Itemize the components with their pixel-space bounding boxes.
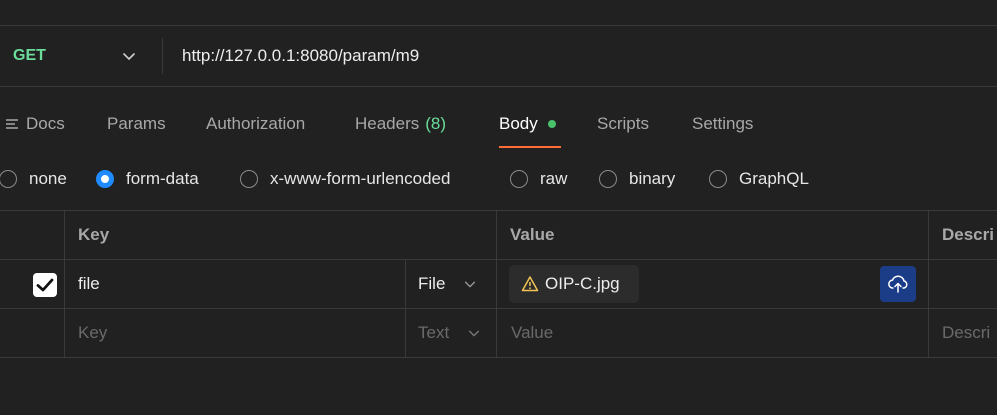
column-divider [64, 211, 65, 259]
radio-graphql[interactable]: GraphQL [709, 160, 809, 198]
active-tab-underline [499, 146, 561, 148]
column-divider [496, 309, 497, 357]
request-tabs: Docs Params Authorization Headers (8) Bo… [0, 100, 997, 150]
radio-binary-label: binary [629, 169, 676, 188]
table-new-row: Key Text Value Descri [0, 309, 997, 358]
tab-headers[interactable]: Headers (8) [355, 100, 446, 148]
radio-none-circle[interactable] [0, 170, 17, 188]
checkmark-icon [36, 278, 54, 292]
header-value: Value [510, 225, 555, 244]
radio-none-label: none [29, 169, 67, 188]
column-divider [496, 211, 497, 259]
body-indicator-dot [547, 120, 556, 128]
file-name: OIP-C.jpg [545, 274, 620, 293]
form-data-table: Key Value Descri file File OIP-C.jpg Key… [0, 210, 997, 358]
header-description: Descri [942, 225, 994, 244]
tab-docs-label: Docs [26, 114, 65, 133]
url-text: http://127.0.0.1:8080/param/m9 [182, 46, 420, 65]
row-enabled-checkbox[interactable] [33, 273, 57, 297]
radio-raw-label: raw [540, 169, 568, 188]
column-divider [496, 260, 497, 308]
tab-authorization-label: Authorization [206, 114, 306, 133]
row-key-input[interactable]: file [78, 260, 100, 308]
chevron-down-icon[interactable] [121, 48, 137, 64]
tab-body[interactable]: Body [499, 100, 556, 148]
new-key-placeholder: Key [78, 323, 108, 342]
header-key: Key [78, 225, 110, 244]
url-input[interactable]: http://127.0.0.1:8080/param/m9 [182, 26, 419, 86]
headers-count: (8) [425, 114, 447, 133]
chevron-down-icon [465, 281, 476, 288]
radio-form-data-circle[interactable] [96, 170, 114, 188]
tab-authorization[interactable]: Authorization [206, 100, 305, 148]
row-type-text: File [418, 274, 446, 293]
tab-params[interactable]: Params [107, 100, 166, 148]
column-divider [928, 309, 929, 357]
new-description-input[interactable]: Descri [942, 309, 990, 357]
table-header-row: Key Value Descri [0, 211, 997, 260]
file-chip[interactable]: OIP-C.jpg [509, 265, 639, 303]
tab-docs[interactable]: Docs [4, 100, 65, 148]
radio-form-data[interactable]: form-data [96, 160, 199, 198]
radio-urlencoded[interactable]: x-www-form-urlencoded [240, 160, 450, 198]
table-row: file File OIP-C.jpg [0, 260, 997, 309]
radio-graphql-circle[interactable] [709, 170, 727, 188]
tab-scripts[interactable]: Scripts [597, 100, 649, 148]
radio-urlencoded-circle[interactable] [240, 170, 258, 188]
column-divider [928, 260, 929, 308]
radio-none[interactable]: none [0, 160, 67, 198]
method-selector[interactable]: GET [13, 26, 46, 86]
tab-params-label: Params [107, 114, 166, 133]
radio-raw[interactable]: raw [510, 160, 567, 198]
new-key-input[interactable]: Key [78, 309, 107, 357]
tab-headers-label: Headers [355, 114, 420, 133]
new-type-text: Text [418, 323, 450, 342]
column-divider [64, 260, 65, 308]
row-type-select[interactable]: File [418, 260, 477, 308]
upload-file-button[interactable] [880, 266, 916, 302]
tab-scripts-label: Scripts [597, 114, 649, 133]
top-bar [0, 0, 997, 26]
new-type-select[interactable]: Text [418, 309, 481, 357]
column-divider [928, 211, 929, 259]
method-label: GET [13, 47, 46, 64]
warning-icon [521, 276, 539, 292]
url-divider [162, 38, 163, 74]
radio-binary[interactable]: binary [599, 160, 675, 198]
chevron-down-icon [469, 330, 480, 337]
tab-settings[interactable]: Settings [692, 100, 753, 148]
url-bar: GET http://127.0.0.1:8080/param/m9 [0, 26, 997, 87]
new-value-placeholder: Value [511, 323, 554, 342]
cloud-upload-icon [888, 275, 908, 293]
column-divider [405, 260, 406, 308]
new-value-input[interactable]: Value [511, 309, 553, 357]
radio-urlencoded-label: x-www-form-urlencoded [270, 169, 451, 188]
column-divider [405, 309, 406, 357]
radio-graphql-label: GraphQL [739, 169, 809, 188]
row-key-text: file [78, 274, 100, 293]
docs-icon [6, 119, 18, 129]
tab-body-label: Body [499, 114, 538, 133]
tab-settings-label: Settings [692, 114, 754, 133]
body-type-options: none form-data x-www-form-urlencoded raw… [0, 160, 997, 198]
column-divider [64, 309, 65, 357]
radio-raw-circle[interactable] [510, 170, 528, 188]
radio-binary-circle[interactable] [599, 170, 617, 188]
radio-form-data-label: form-data [126, 169, 199, 188]
new-description-placeholder: Descri [942, 323, 991, 342]
